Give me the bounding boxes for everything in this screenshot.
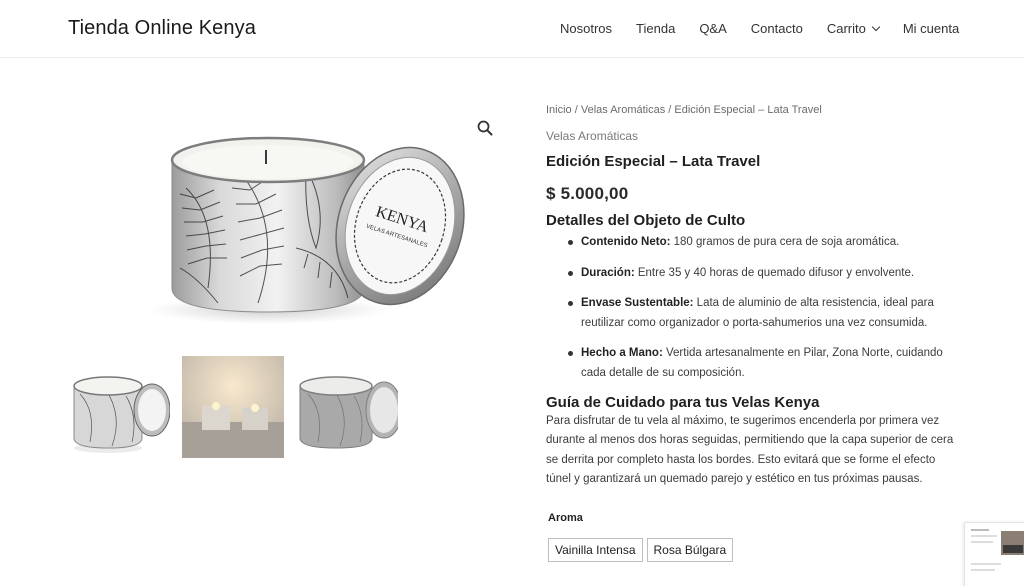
detail-text: Entre 35 y 40 horas de quemado difusor y… [634, 266, 915, 279]
list-item: Duración: Entre 35 y 40 horas de quemado… [568, 264, 956, 284]
product-title: Edición Especial – Lata Travel [546, 153, 761, 170]
details-heading: Detalles del Objeto de Culto [546, 212, 746, 229]
nav-item-carrito[interactable]: Carrito [826, 21, 881, 36]
thumbnail-image [182, 356, 284, 458]
breadcrumb-separator: / [571, 104, 581, 116]
preview-thumbnail [965, 523, 1024, 586]
nav-item-nosotros[interactable]: Nosotros [560, 21, 612, 36]
site-title[interactable]: Tienda Online Kenya [68, 17, 256, 40]
product-summary: Inicio / Velas Aromáticas / Edición Espe… [546, 104, 956, 562]
detail-label: Envase Sustentable: [581, 297, 694, 309]
search-icon [477, 120, 493, 136]
main-nav: Nosotros Tienda Q&A Contacto Carrito Mi … [560, 21, 959, 36]
aroma-label: Aroma [548, 511, 583, 524]
aroma-options: Vainilla Intensa Rosa Búlgara [546, 537, 956, 562]
list-item: Hecho a Mano: Vertida artesanalmente en … [568, 344, 956, 383]
aroma-option-vainilla[interactable]: Vainilla Intensa [548, 537, 643, 562]
list-item: Contenido Neto: 180 gramos de pura cera … [568, 233, 956, 253]
breadcrumb-home[interactable]: Inicio [546, 104, 572, 116]
thumbnail-image [68, 356, 170, 458]
detail-text: 180 gramos de pura cera de soja aromátic… [670, 236, 900, 248]
aroma-option-rosa[interactable]: Rosa Búlgara [646, 537, 734, 562]
nav-item-mi-cuenta[interactable]: Mi cuenta [903, 21, 959, 36]
detail-label: Duración: [581, 266, 635, 279]
candle-tin-illustration: KENYA VELAS ARTESANALES [148, 136, 465, 324]
list-item: Envase Sustentable: Lata de aluminio de … [568, 294, 956, 333]
detail-label: Hecho a Mano: [581, 347, 663, 359]
care-guide-heading: Guía de Cuidado para tus Velas Kenya [546, 394, 820, 411]
thumbnail-3[interactable] [296, 356, 398, 458]
product-price: $ 5.000,00 [546, 184, 629, 203]
breadcrumb-current: Edición Especial – Lata Travel [674, 104, 822, 116]
thumbnail-image [296, 356, 398, 458]
zoom-button[interactable] [476, 119, 494, 137]
product-thumbnails [68, 356, 410, 458]
nav-item-contacto[interactable]: Contacto [751, 21, 803, 36]
details-list: Contenido Neto: 180 gramos de pura cera … [546, 233, 956, 383]
site-header: Tienda Online Kenya Nosotros Tienda Q&A … [0, 0, 1024, 58]
chevron-down-icon [871, 22, 881, 31]
nav-item-carrito-label: Carrito [826, 21, 866, 36]
nav-item-tienda[interactable]: Tienda [636, 21, 675, 36]
product-main-image[interactable]: KENYA VELAS ARTESANALES [68, 98, 504, 350]
nav-item-qa[interactable]: Q&A [699, 21, 726, 36]
thumbnail-1[interactable] [68, 356, 170, 458]
thumbnail-2[interactable] [182, 356, 284, 458]
breadcrumb: Inicio / Velas Aromáticas / Edición Espe… [546, 104, 956, 116]
floating-page-preview[interactable] [964, 522, 1024, 586]
breadcrumb-category[interactable]: Velas Aromáticas [581, 104, 665, 116]
detail-label: Contenido Neto: [581, 236, 671, 248]
product-category-link[interactable]: Velas Aromáticas [546, 129, 956, 143]
care-guide-text: Para disfrutar de tu vela al máximo, te … [546, 415, 954, 486]
